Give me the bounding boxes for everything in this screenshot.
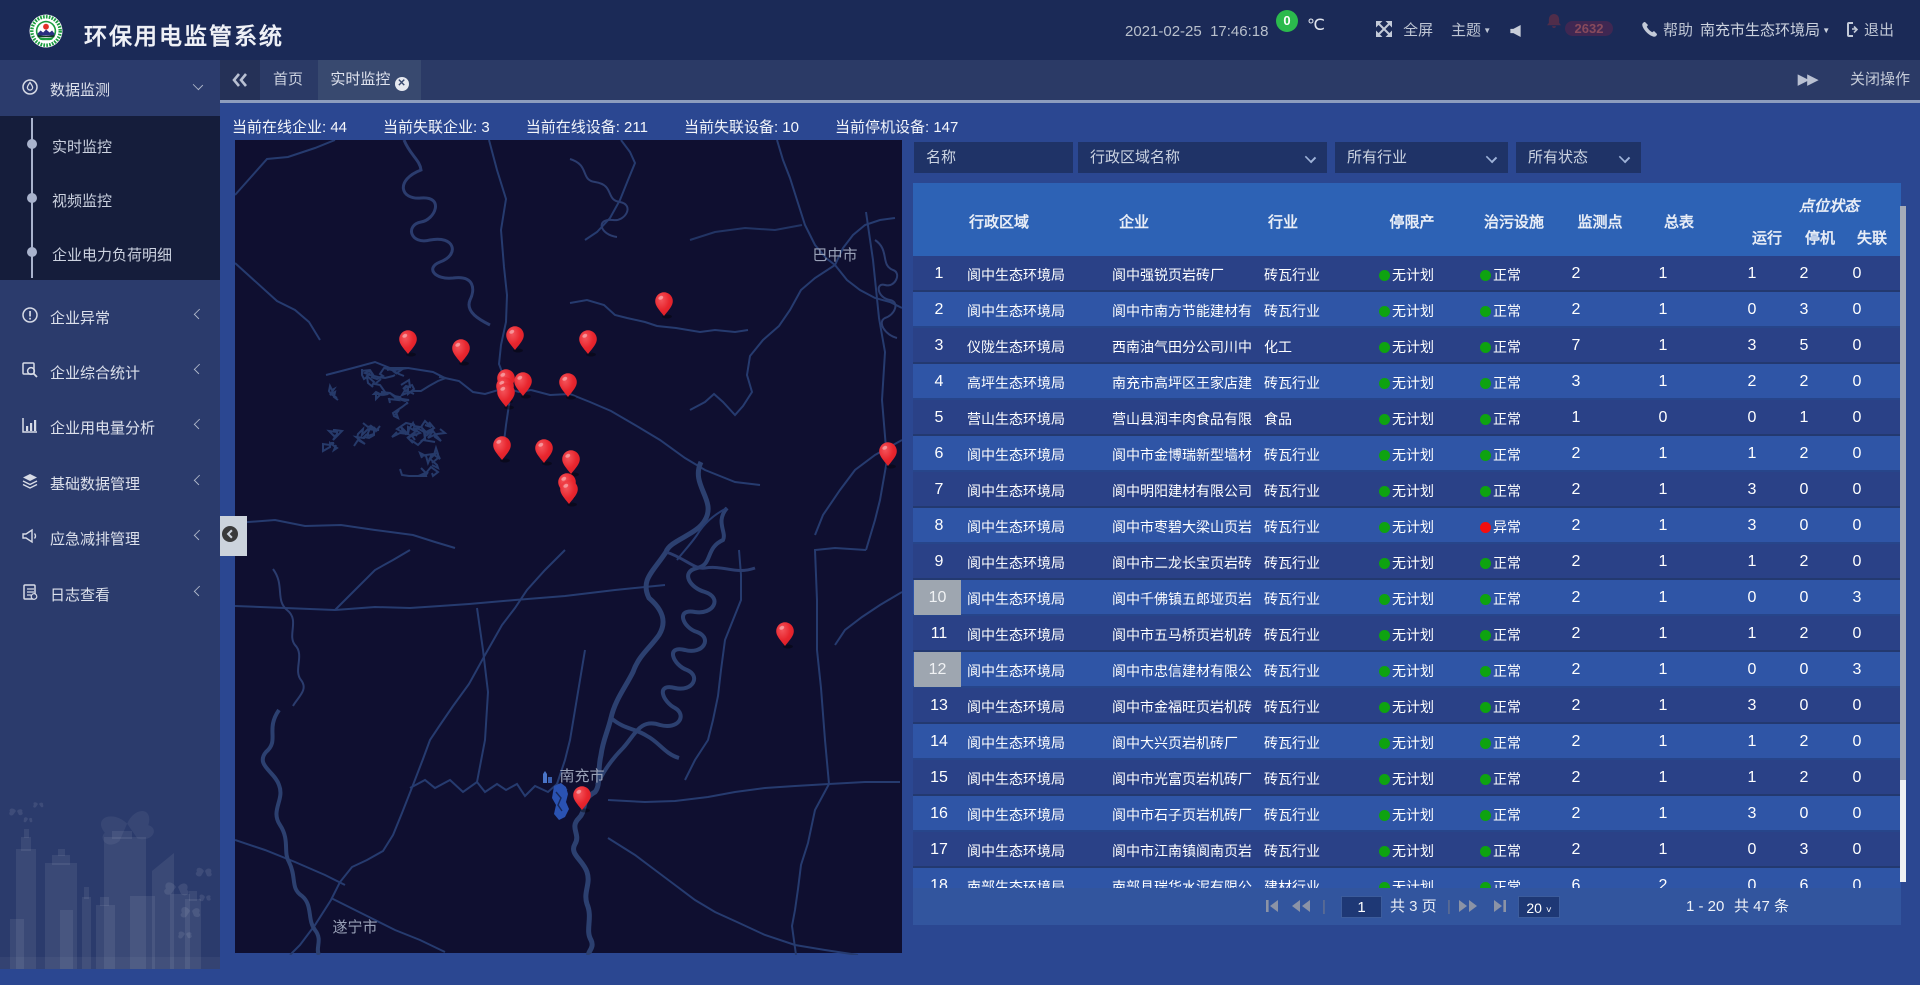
svg-text:巴中市: 巴中市 <box>812 247 857 264</box>
svg-text:南充市: 南充市 <box>559 768 604 785</box>
svg-text:遂宁市: 遂宁市 <box>332 919 377 936</box>
